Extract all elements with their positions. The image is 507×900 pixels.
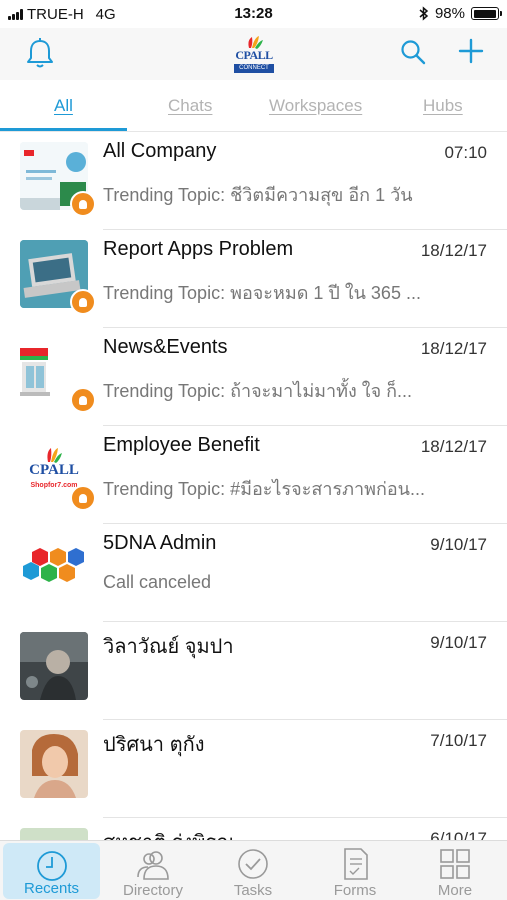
- user-photo-icon: [20, 632, 88, 700]
- hexagons-icon: [23, 548, 84, 582]
- conversation-preview: Trending Topic: พอจะหมด 1 ปี ใน 365 ...: [103, 283, 421, 303]
- check-circle-icon: [238, 849, 268, 879]
- tab-chats[interactable]: Chats: [168, 96, 212, 116]
- conversation-preview: Trending Topic: ถ้าจะมาไม่มาทั้ง ใจ ก็..…: [103, 381, 413, 401]
- hub-badge-icon: [70, 289, 96, 315]
- tab-workspaces[interactable]: Workspaces: [269, 96, 362, 116]
- conversation-time: 07:10: [444, 143, 487, 162]
- nav-label: Forms: [333, 882, 377, 899]
- list-item[interactable]: วิลาวัณย์ จุมปา 9/10/17: [0, 622, 507, 720]
- list-item[interactable]: 5DNA Admin 9/10/17 Call canceled: [0, 524, 507, 622]
- conversation-time: 9/10/17: [430, 535, 487, 554]
- avatar: [20, 632, 88, 700]
- battery-percent: 98%: [434, 5, 465, 22]
- conversation-title: All Company: [103, 140, 217, 162]
- conversation-title: วิลาวัณย์ จุมปา: [103, 636, 234, 658]
- cpall-connect-logo: CPALL CONNECT: [233, 34, 275, 74]
- hub-badge-icon: [70, 191, 96, 217]
- employee-logo-text: CPALL: [29, 462, 79, 478]
- avatar: [20, 534, 88, 602]
- tab-all[interactable]: All: [54, 96, 73, 116]
- nav-label: More: [437, 882, 473, 899]
- user-photo-icon: [20, 730, 88, 798]
- conversation-time: 9/10/17: [430, 633, 487, 652]
- list-item[interactable]: All Company 07:10 Trending Topic: ชีวิตม…: [0, 132, 507, 230]
- tab-hubs[interactable]: Hubs: [423, 96, 463, 116]
- conversation-time: 18/12/17: [420, 241, 487, 260]
- nav-label: Recents: [23, 880, 80, 897]
- conversation-title: Report Apps Problem: [103, 238, 294, 260]
- conversation-list[interactable]: All Company 07:10 Trending Topic: ชีวิตม…: [0, 132, 507, 840]
- app-bar: CPALL CONNECT: [0, 28, 507, 80]
- avatar: [20, 730, 88, 798]
- clock-icon: [36, 851, 67, 881]
- hub-badge-icon: [70, 485, 96, 511]
- list-item[interactable]: CPALL Shopfor7.com Employee Benefit 18/1…: [0, 426, 507, 524]
- people-icon: [137, 851, 169, 880]
- add-icon[interactable]: [457, 37, 485, 65]
- filter-tabs: All Chats Workspaces Hubs: [0, 80, 507, 132]
- nav-more[interactable]: More: [405, 841, 505, 900]
- conversation-title: News&Events: [103, 336, 228, 358]
- conversation-title: ปริศนา ตุกัง: [103, 734, 205, 756]
- conversation-time: 18/12/17: [420, 437, 487, 456]
- nav-directory[interactable]: Directory: [103, 841, 203, 900]
- conversation-time: 7/10/17: [430, 731, 487, 750]
- conversation-preview: Call canceled: [103, 572, 212, 592]
- list-item[interactable]: Report Apps Problem 18/12/17 Trending To…: [0, 230, 507, 328]
- conversation-time: 6/10/17: [430, 829, 487, 840]
- conversation-title: Employee Benefit: [103, 434, 260, 456]
- nav-forms[interactable]: Forms: [305, 841, 405, 900]
- conversation-title: 5DNA Admin: [103, 532, 217, 554]
- nav-label: Tasks: [233, 882, 273, 899]
- hub-badge-icon: [70, 387, 96, 413]
- logo-subtext: CONNECT: [234, 64, 274, 73]
- battery-icon: [471, 7, 502, 20]
- logo-text: CPALL: [235, 48, 273, 62]
- nav-label: Directory: [122, 882, 183, 899]
- conversation-preview: Trending Topic: ชีวิตมีความสุข อีก 1 วัน: [103, 185, 413, 205]
- conversation-preview: Trending Topic: #มีอะไรจะสารภาพก่อน...: [103, 479, 425, 499]
- bell-icon[interactable]: [24, 36, 56, 70]
- conversation-time: 18/12/17: [420, 339, 487, 358]
- list-item[interactable]: สหชาติ รุ่งพิรุณ 6/10/17: [0, 818, 507, 840]
- search-icon[interactable]: [399, 38, 427, 66]
- user-photo-icon: [20, 828, 88, 840]
- form-icon: [344, 848, 368, 880]
- list-item[interactable]: ปริศนา ตุกัง 7/10/17: [0, 720, 507, 818]
- bluetooth-icon: [419, 6, 429, 21]
- grid-icon: [440, 849, 470, 879]
- bottom-navigation: Recents Directory Tasks Forms More: [0, 840, 507, 900]
- battery-info: 98%: [419, 5, 502, 22]
- list-item[interactable]: News&Events 18/12/17 Trending Topic: ถ้า…: [0, 328, 507, 426]
- status-bar: TRUE-H 4G 13:28 98%: [0, 0, 507, 28]
- conversation-title: สหชาติ รุ่งพิรุณ: [103, 826, 235, 840]
- avatar: [20, 828, 88, 840]
- nav-tasks[interactable]: Tasks: [203, 841, 303, 900]
- nav-recents[interactable]: Recents: [3, 843, 100, 899]
- active-tab-indicator: [0, 128, 127, 131]
